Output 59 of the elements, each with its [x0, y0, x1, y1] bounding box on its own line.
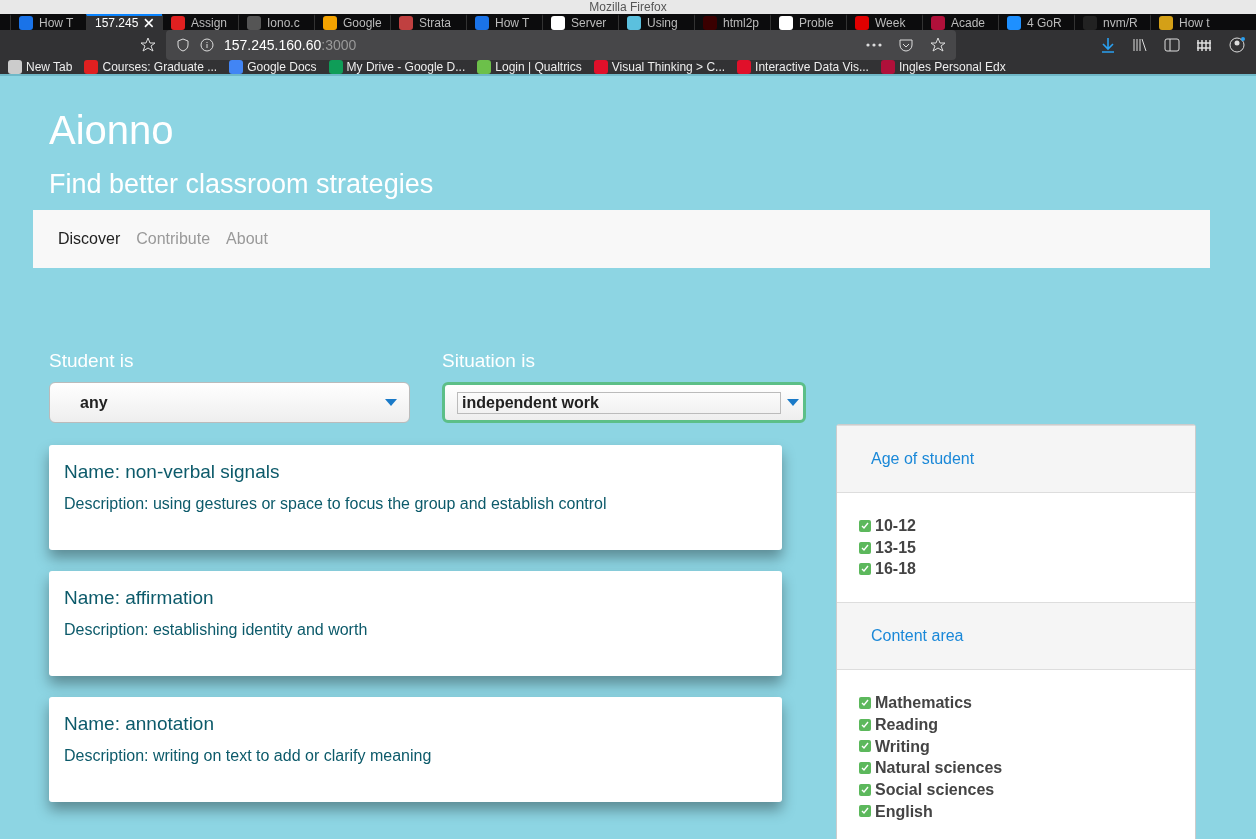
section-link[interactable]: Age of student: [871, 450, 975, 468]
checkbox[interactable]: [859, 696, 871, 709]
checkbox[interactable]: [859, 541, 871, 554]
filter-select[interactable]: any: [49, 382, 410, 423]
more-icon[interactable]: [866, 43, 882, 47]
shield-icon: [176, 38, 190, 52]
bookmark-link[interactable]: New Tab: [8, 60, 73, 74]
star-icon[interactable]: [140, 37, 156, 53]
strategy-description: Description: using gestures or space to focus the group and establish control: [64, 495, 608, 513]
checkbox-label: Natural sciences: [875, 758, 1003, 779]
site-title: Aionno: [49, 108, 175, 153]
checkbox[interactable]: [859, 805, 871, 818]
download-icon[interactable]: [1100, 37, 1116, 53]
filter-label: Situation is: [442, 350, 536, 372]
close-icon[interactable]: [144, 18, 154, 28]
window-title: Mozilla Firefox: [589, 0, 667, 14]
checkbox[interactable]: [859, 740, 871, 753]
bookmark-link[interactable]: Interactive Data Vis...: [737, 60, 869, 74]
bookmark-link[interactable]: Ingles Personal Edx: [880, 60, 1006, 74]
bookmark-link[interactable]: Visual Thinking > C...: [593, 60, 726, 74]
bookmark-link[interactable]: My Drive - Google D...: [328, 60, 466, 74]
bookmark-link[interactable]: Google Docs: [229, 60, 317, 74]
caret-icon: [385, 398, 397, 407]
fence-icon[interactable]: [1196, 37, 1212, 53]
filter-label: Student is: [49, 350, 135, 372]
library-icon[interactable]: [1132, 37, 1148, 53]
checkbox-label: Writing: [875, 736, 930, 757]
checkbox-label: 13-15: [875, 537, 916, 558]
strategy-name: Name: affirmation: [64, 587, 215, 609]
url-port: :3000: [321, 37, 357, 53]
account-icon[interactable]: [1228, 36, 1246, 54]
pocket-icon[interactable]: [898, 37, 914, 53]
bookmark-link[interactable]: Courses: Graduate ...: [84, 60, 218, 74]
strategy-description: Description: establishing identity and worth: [64, 621, 369, 639]
browser-tab[interactable]: 157.245: [86, 14, 162, 30]
strategy-name: Name: non-verbal signals: [64, 461, 281, 483]
info-icon[interactable]: [200, 38, 214, 52]
site-subtitle: Find better classroom strategies: [49, 169, 435, 200]
sidebar-icon[interactable]: [1164, 37, 1180, 53]
checkbox[interactable]: [859, 563, 871, 576]
checkbox-label: 16-18: [875, 559, 916, 580]
star-icon[interactable]: [930, 37, 946, 53]
checkbox[interactable]: [859, 519, 871, 532]
strategy-description: Description: writing on text to add or clarify meaning: [64, 747, 433, 765]
strategy-name: Name: annotation: [64, 713, 215, 735]
checkbox[interactable]: [859, 783, 871, 796]
checkbox-label: 10-12: [875, 516, 916, 536]
url-host: 157.245.160.60: [224, 37, 322, 53]
filter-select[interactable]: independent work: [442, 382, 806, 423]
checkbox-label: Reading: [875, 714, 939, 735]
checkbox-label: English: [875, 801, 933, 822]
checkbox[interactable]: [859, 762, 871, 775]
nav-link[interactable]: Discover: [58, 230, 121, 248]
checkbox-label: Mathematics: [875, 693, 972, 714]
checkbox[interactable]: [859, 718, 871, 731]
caret-icon: [787, 398, 799, 407]
address-field[interactable]: 157.245.160.60:3000: [166, 30, 956, 60]
checkbox-label: Social sciences: [875, 779, 995, 800]
bookmark-link[interactable]: Login | Qualtrics: [477, 60, 582, 74]
